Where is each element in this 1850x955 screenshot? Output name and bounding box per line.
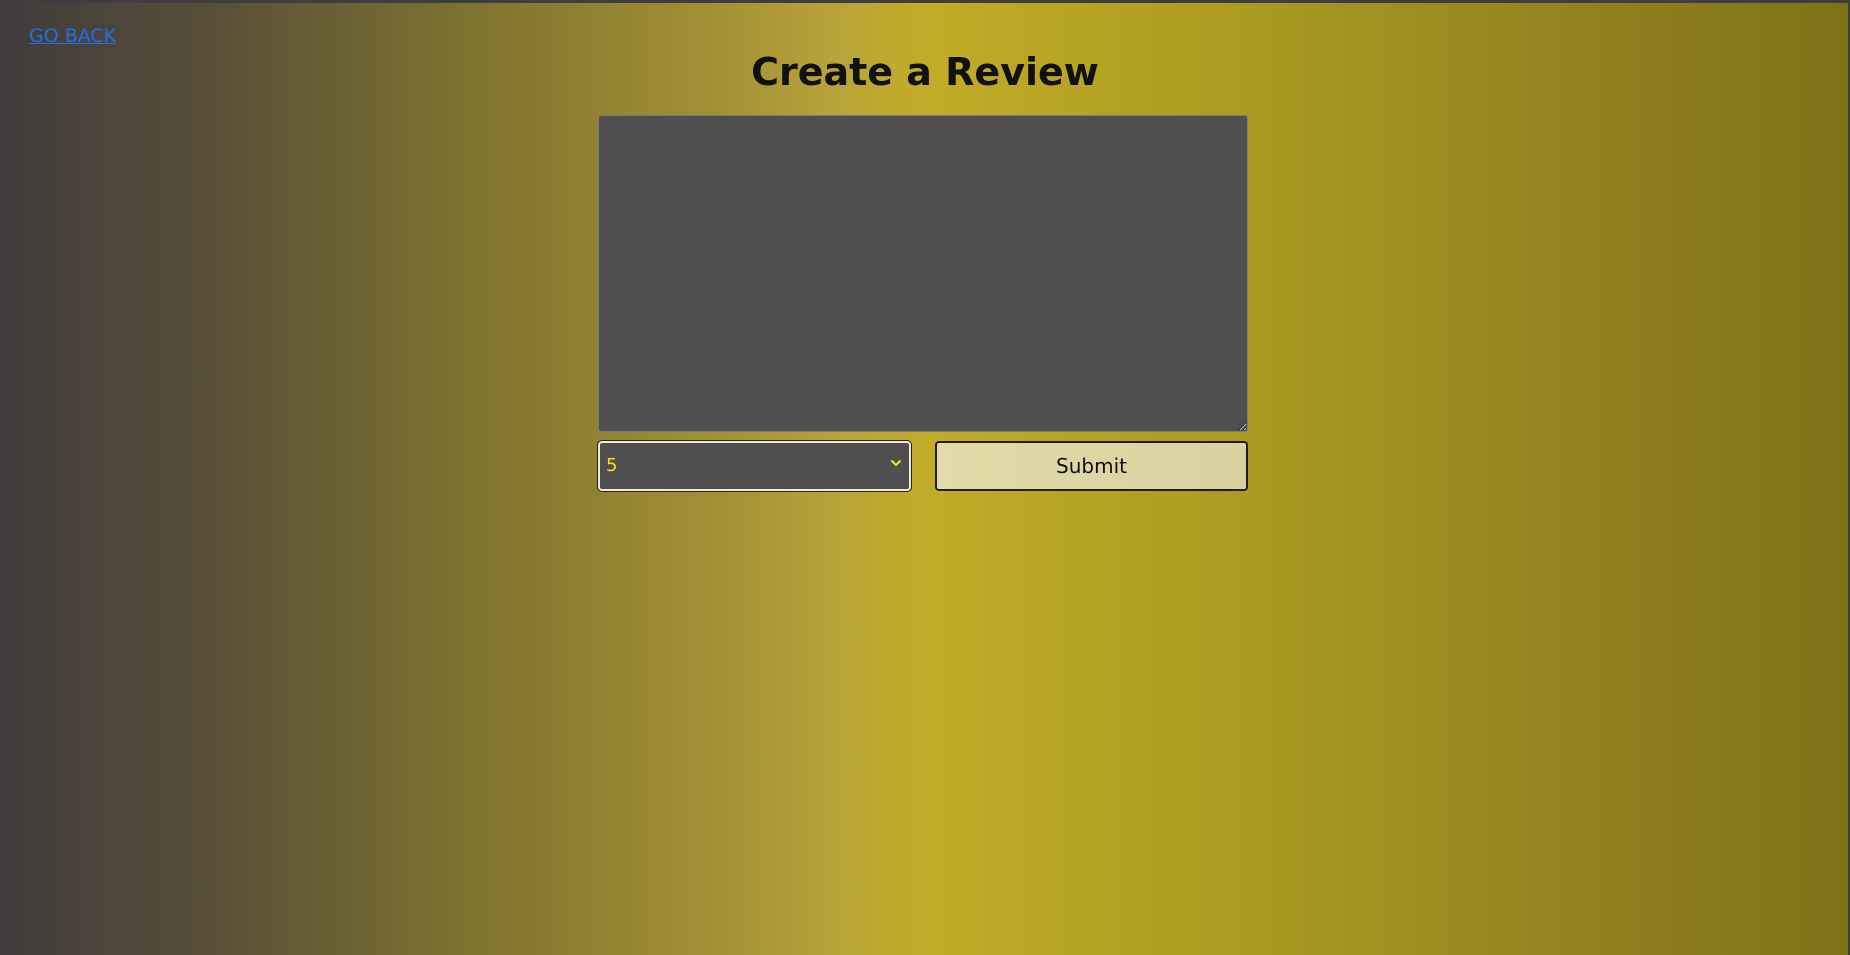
review-textarea[interactable] xyxy=(598,115,1248,432)
submit-button[interactable]: Submit xyxy=(935,441,1248,491)
rating-select[interactable]: 5 xyxy=(597,440,912,492)
go-back-link[interactable]: GO BACK xyxy=(29,25,116,47)
rating-select-value: 5 xyxy=(606,455,618,476)
page-title: Create a Review xyxy=(751,50,1099,94)
chevron-down-icon xyxy=(891,460,901,466)
top-border xyxy=(0,0,1850,3)
